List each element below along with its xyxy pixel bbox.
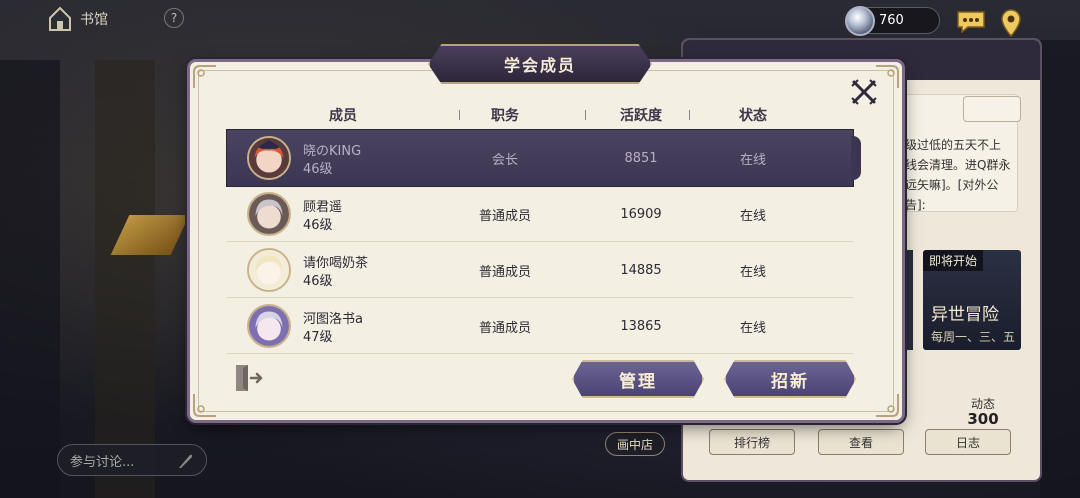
currency-value: 760 [879, 13, 904, 28]
member-status: 在线 [739, 208, 766, 224]
member-status: 在线 [739, 320, 766, 336]
column-header-status: 状态 [739, 108, 767, 124]
log-button[interactable]: 日志 [925, 429, 1011, 455]
member-level: 47级 [303, 330, 333, 345]
member-activity: 8851 [624, 150, 658, 166]
avatar[interactable] [247, 136, 291, 180]
table-row[interactable]: 晓のKING 46级 会长 8851 在线 [227, 130, 861, 186]
member-level: 46级 [303, 162, 333, 177]
help-icon[interactable]: ? [164, 8, 184, 28]
leave-guild-icon[interactable] [232, 362, 264, 394]
currency-display[interactable]: 760 [845, 5, 940, 36]
feather-icon [179, 454, 193, 468]
avatar[interactable] [247, 248, 291, 292]
member-name: 顾君遥 [303, 200, 343, 215]
discussion-placeholder: 参与讨论... [70, 454, 135, 470]
avatar-image [249, 306, 289, 346]
avatar[interactable] [247, 304, 291, 348]
member-role: 普通成员 [478, 264, 531, 280]
member-name: 河图洛书a [303, 312, 363, 327]
stat-value: 300 [967, 410, 999, 428]
table-row[interactable]: 请你喝奶茶 46级 普通成员 14885 在线 [227, 242, 853, 298]
background-pillar [1040, 40, 1080, 498]
column-header-role: 职务 [491, 108, 519, 124]
column-header-activity: 活跃度 [620, 108, 662, 124]
table-row[interactable]: 顾君遥 46级 普通成员 16909 在线 [227, 186, 853, 242]
corner-ornament [193, 394, 216, 417]
member-level: 46级 [303, 218, 333, 233]
avatar-image [249, 250, 289, 290]
dialog-title: 学会成员 [503, 56, 576, 75]
avatar-image [249, 194, 289, 234]
avatar-image [249, 138, 289, 178]
gem-icon [845, 5, 875, 36]
member-status: 在线 [739, 264, 766, 280]
background-pillar [95, 60, 155, 498]
member-name: 晓のKING [303, 144, 362, 159]
member-name: 请你喝奶茶 [303, 256, 369, 271]
house-icon [49, 6, 71, 31]
table-header: 成员 职务 活跃度 状态 [227, 98, 853, 132]
table-row[interactable]: 河图洛书a 47级 普通成员 13865 在线 [227, 298, 853, 354]
discussion-input[interactable]: 参与讨论... [57, 444, 207, 476]
member-status: 在线 [739, 152, 766, 168]
map-pin-icon[interactable] [1000, 9, 1022, 37]
avatar[interactable] [247, 192, 291, 236]
event-banner[interactable]: 即将开始 异世冒险 每周一、三、五 [923, 250, 1021, 350]
location-header[interactable]: 书馆 [48, 6, 108, 32]
chat-icon[interactable] [956, 10, 986, 34]
member-activity: 13865 [620, 318, 662, 334]
location-title: 书馆 [80, 12, 108, 28]
edit-notice-button[interactable] [963, 96, 1021, 122]
member-role: 会长 [491, 152, 518, 168]
member-activity: 16909 [620, 206, 662, 222]
recruit-button[interactable]: 招新 [724, 360, 856, 398]
event-tag: 即将开始 [923, 250, 984, 271]
manage-button[interactable]: 管理 [572, 360, 704, 398]
member-role: 普通成员 [478, 208, 531, 224]
painting-shop-button[interactable]: 画中店 [605, 432, 665, 456]
corner-ornament [193, 65, 216, 88]
corner-ornament [876, 394, 899, 417]
background-pillar [0, 60, 60, 498]
member-level: 46级 [303, 274, 333, 289]
members-table: 成员 职务 活跃度 状态 晓のKING 46级 会长 8851 在线 顾君遥 4… [227, 98, 861, 354]
ranking-button[interactable]: 排行榜 [709, 429, 795, 455]
event-title: 异世冒险 [931, 305, 999, 325]
view-button[interactable]: 查看 [818, 429, 904, 455]
event-subtitle: 每周一、三、五 [931, 330, 1016, 344]
member-role: 普通成员 [478, 320, 531, 336]
member-activity: 14885 [620, 262, 662, 278]
column-divider [689, 110, 690, 120]
